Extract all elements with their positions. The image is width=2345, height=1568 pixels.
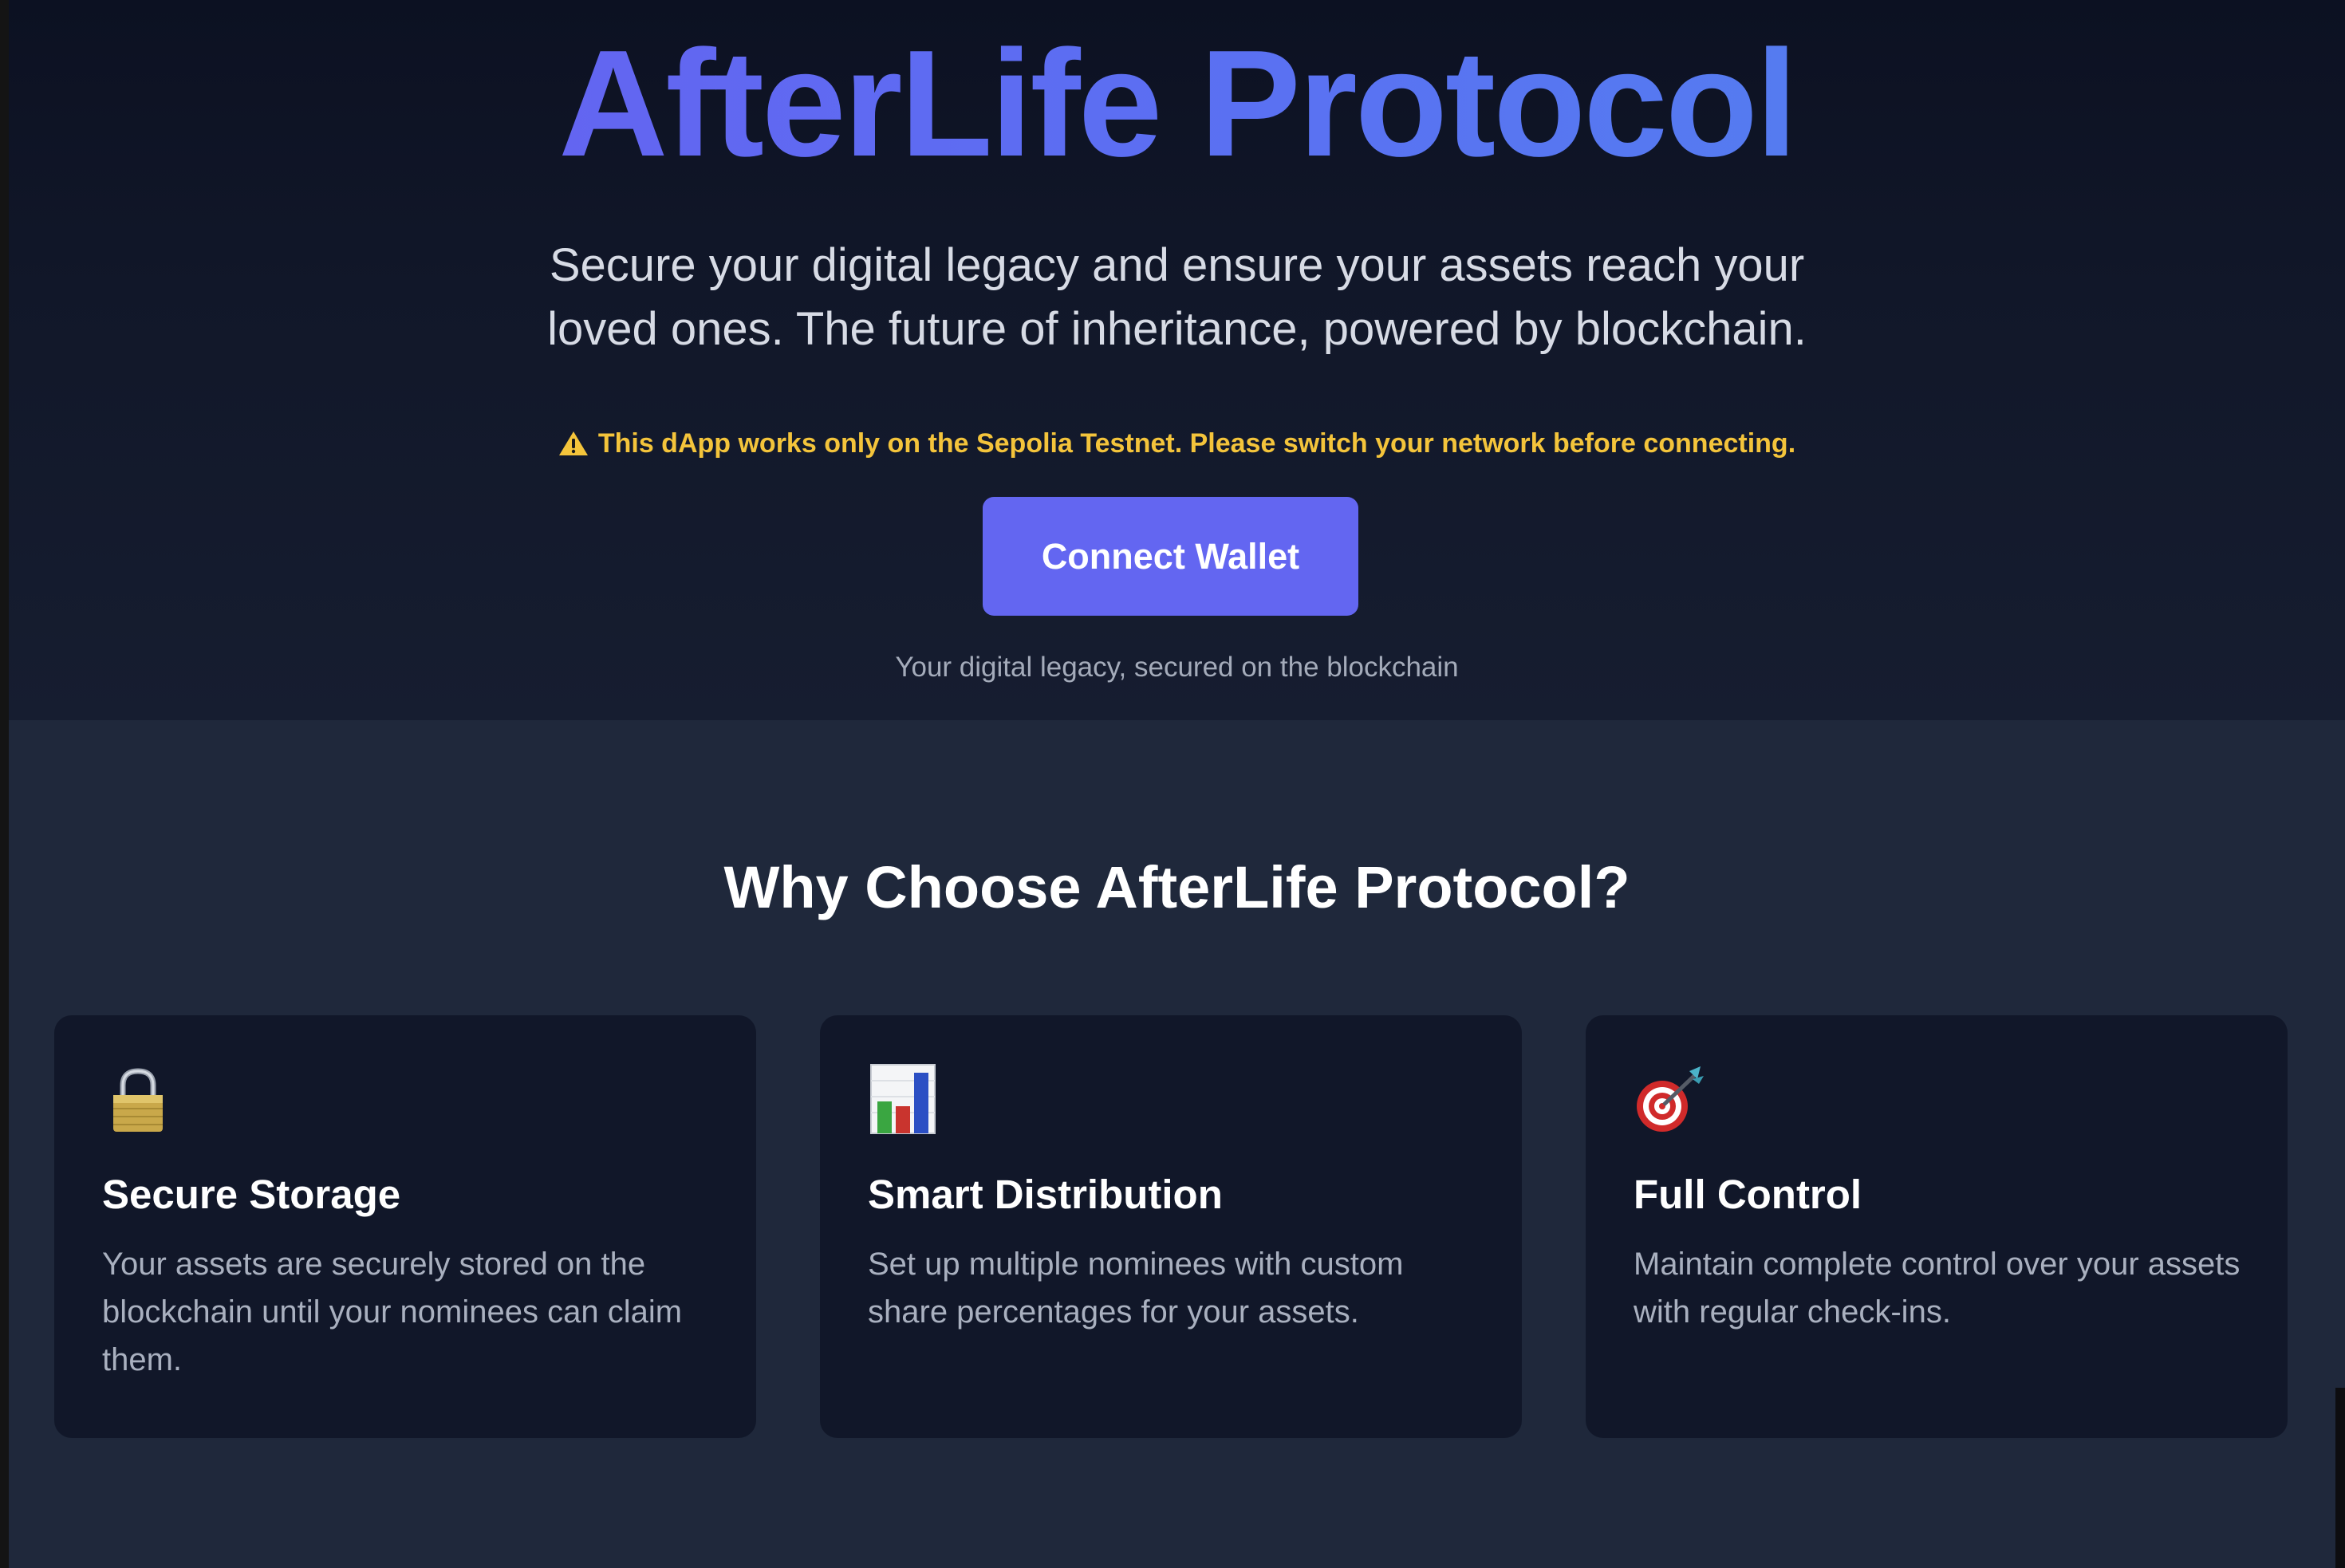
feature-card-full-control: Full Control Maintain complete control o… bbox=[1586, 1015, 2288, 1438]
hero-tagline: Your digital legacy, secured on the bloc… bbox=[895, 652, 1459, 683]
connect-wallet-button[interactable]: Connect Wallet bbox=[983, 497, 1358, 616]
card-description: Your assets are securely stored on the b… bbox=[102, 1247, 683, 1377]
card-title: Secure Storage bbox=[102, 1172, 401, 1217]
page: AfterLife Protocol Secure your digital l… bbox=[0, 0, 2345, 1568]
lock-icon bbox=[113, 1068, 163, 1132]
card-description: Set up multiple nominees with custom sha… bbox=[868, 1247, 1404, 1330]
card-title: Smart Distribution bbox=[868, 1172, 1223, 1217]
features-title: Why Choose AfterLife Protocol? bbox=[723, 854, 1630, 920]
features-section: Why Choose AfterLife Protocol? Secure St… bbox=[9, 720, 2345, 1568]
window-edge bbox=[0, 0, 9, 1568]
network-warning: This dApp works only on the Sepolia Test… bbox=[9, 424, 2345, 463]
warning-icon bbox=[558, 431, 588, 455]
card-title: Full Control bbox=[1634, 1172, 1862, 1217]
hero-subtitle: Secure your digital legacy and ensure yo… bbox=[547, 239, 1807, 355]
warning-text: This dApp works only on the Sepolia Test… bbox=[597, 428, 1796, 459]
bar-chart-icon bbox=[870, 1064, 936, 1134]
card-description: Maintain complete control over your asse… bbox=[1634, 1247, 2241, 1330]
target-icon bbox=[1637, 1066, 1704, 1132]
page-title: AfterLife Protocol bbox=[9, 16, 2345, 191]
feature-card-secure-storage: Secure Storage Your assets are securely … bbox=[54, 1015, 756, 1438]
scrollbar-track[interactable] bbox=[2335, 1388, 2345, 1568]
feature-card-smart-distribution: Smart Distribution Set up multiple nomin… bbox=[820, 1015, 1522, 1438]
hero-section: AfterLife Protocol Secure your digital l… bbox=[9, 0, 2345, 720]
